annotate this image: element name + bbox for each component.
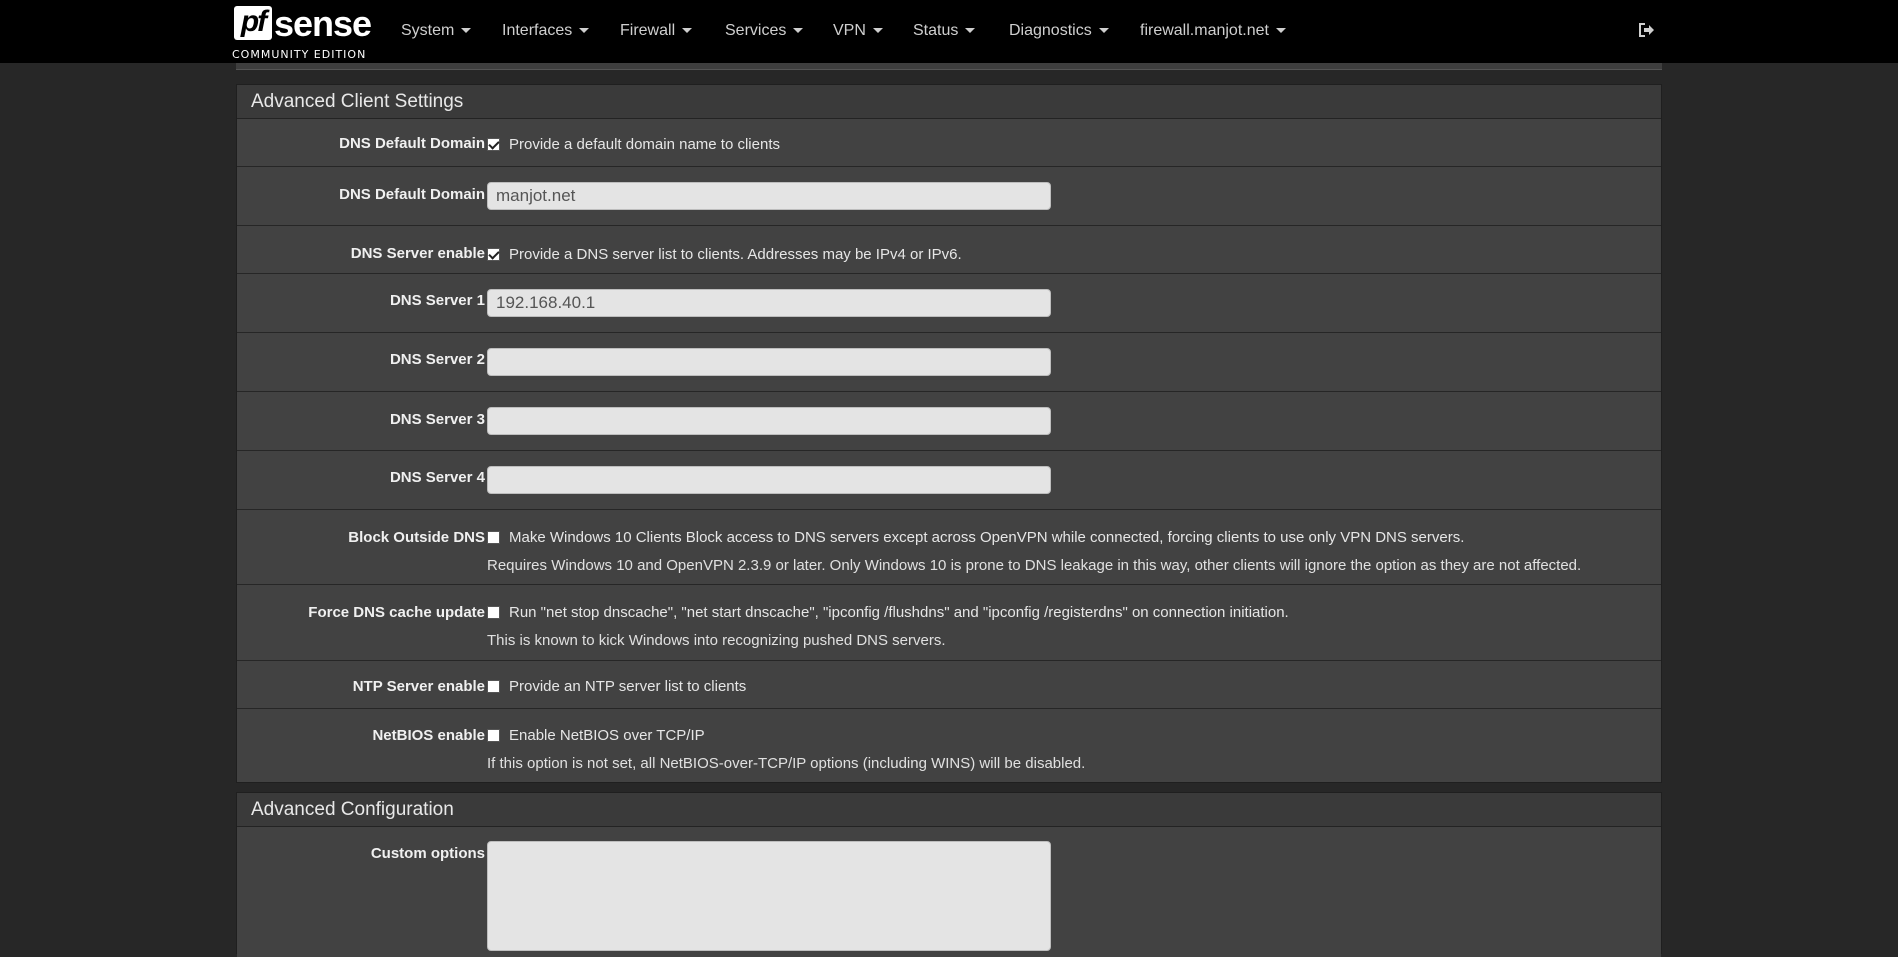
field-label: Block Outside DNS <box>348 529 485 546</box>
field-label: DNS Server 4 <box>389 469 485 486</box>
help-text: Requires Windows 10 and OpenVPN 2.3.9 or… <box>487 557 1582 574</box>
nav-label: Diagnostics <box>1009 22 1092 39</box>
checkbox-text: Run "net stop dnscache", "net start dnsc… <box>509 604 1289 621</box>
nav-label: Status <box>913 22 959 39</box>
panel-heading: Advanced Client Settings <box>237 85 1661 119</box>
row-netbios-enable: NetBIOS enable Enable NetBIOS over TCP/I… <box>237 709 1661 782</box>
checkbox-text: Enable NetBIOS over TCP/IP <box>509 727 705 744</box>
field-label: DNS Server enable <box>350 245 485 262</box>
ntp-server-checkbox-line[interactable]: Provide an NTP server list to clients <box>487 678 1651 695</box>
nav-menu-services[interactable]: Services <box>725 22 804 40</box>
field-label: DNS Server 1 <box>389 292 485 309</box>
row-dns-server-3: DNS Server 3 <box>237 392 1661 451</box>
nav-menu-status[interactable]: Status <box>913 22 976 40</box>
block-outside-dns-checkbox[interactable] <box>487 531 500 544</box>
nav-menu-vpn[interactable]: VPN <box>833 22 883 40</box>
nav-menu-firewall[interactable]: Firewall <box>620 22 693 40</box>
dns-default-domain-checkbox[interactable] <box>487 138 500 151</box>
caret-down-icon <box>1275 28 1286 34</box>
field-label: DNS Server 3 <box>389 411 485 428</box>
checkbox-text: Provide an NTP server list to clients <box>509 678 747 695</box>
checkbox-text: Make Windows 10 Clients Block access to … <box>509 529 1465 546</box>
row-dns-default-domain: DNS Default Domain manjot.net <box>237 167 1661 226</box>
logo-pf-mark: pf <box>234 6 272 40</box>
block-outside-dns-checkbox-line[interactable]: Make Windows 10 Clients Block access to … <box>487 529 1651 546</box>
field-label: Custom options <box>370 845 485 862</box>
dns-default-domain-input[interactable]: manjot.net <box>487 182 1051 210</box>
help-text: This is known to kick Windows into recog… <box>487 632 946 649</box>
caret-down-icon <box>872 28 883 34</box>
caret-down-icon <box>682 28 693 34</box>
caret-down-icon <box>579 28 590 34</box>
dns-server-3-input[interactable] <box>487 407 1051 435</box>
dns-default-domain-checkbox-line[interactable]: Provide a default domain name to clients <box>487 136 1651 153</box>
field-label: DNS Default Domain <box>339 186 485 203</box>
row-dns-server-1: DNS Server 1 192.168.40.1 <box>237 274 1661 333</box>
field-label: DNS Default Domain <box>339 135 485 152</box>
netbios-checkbox-line[interactable]: Enable NetBIOS over TCP/IP <box>487 727 1651 744</box>
dns-server-2-input[interactable] <box>487 348 1051 376</box>
netbios-checkbox[interactable] <box>487 729 500 742</box>
field-label: DNS Server 2 <box>389 351 485 368</box>
field-label: Force DNS cache update <box>308 604 485 621</box>
panel-heading: Advanced Configuration <box>237 793 1661 827</box>
nav-label: Services <box>725 22 787 39</box>
dns-server-enable-checkbox[interactable] <box>487 248 500 261</box>
row-dns-default-domain-enable: DNS Default Domain Provide a default dom… <box>237 119 1661 167</box>
nav-label: Interfaces <box>502 22 573 39</box>
caret-down-icon <box>1098 28 1109 34</box>
sign-out-icon[interactable] <box>1638 22 1656 38</box>
field-label: NTP Server enable <box>352 678 485 695</box>
nav-label: VPN <box>833 22 866 39</box>
pfsense-logo[interactable]: pf sense COMMUNITY EDITION <box>232 3 372 61</box>
force-dns-cache-checkbox-line[interactable]: Run "net stop dnscache", "net start dnsc… <box>487 604 1651 621</box>
force-dns-cache-checkbox[interactable] <box>487 606 500 619</box>
dns-server-4-input[interactable] <box>487 466 1051 494</box>
dns-server-enable-checkbox-line[interactable]: Provide a DNS server list to clients. Ad… <box>487 246 1651 263</box>
checkbox-text: Provide a DNS server list to clients. Ad… <box>509 246 962 263</box>
ntp-server-checkbox[interactable] <box>487 680 500 693</box>
nav-menu-interfaces[interactable]: Interfaces <box>502 22 590 40</box>
advanced-client-settings-panel: Advanced Client Settings DNS Default Dom… <box>236 84 1662 783</box>
top-navbar: pf sense COMMUNITY EDITION System Interf… <box>0 0 1898 63</box>
nav-menu-diagnostics[interactable]: Diagnostics <box>1009 22 1109 40</box>
panel-top-edge <box>236 63 1662 70</box>
caret-down-icon <box>793 28 804 34</box>
nav-menu-system[interactable]: System <box>401 22 472 40</box>
row-dns-server-4: DNS Server 4 <box>237 451 1661 510</box>
nav-menu-hostname[interactable]: firewall.manjot.net <box>1140 22 1286 40</box>
help-text: If this option is not set, all NetBIOS-o… <box>487 755 1086 772</box>
row-force-dns-cache-update: Force DNS cache update Run "net stop dns… <box>237 585 1661 661</box>
caret-down-icon <box>461 28 472 34</box>
row-ntp-server-enable: NTP Server enable Provide an NTP server … <box>237 661 1661 709</box>
row-dns-server-enable: DNS Server enable Provide a DNS server l… <box>237 226 1661 274</box>
nav-label: System <box>401 22 455 39</box>
row-block-outside-dns: Block Outside DNS Make Windows 10 Client… <box>237 510 1661 585</box>
checkbox-text: Provide a default domain name to clients <box>509 136 780 153</box>
row-dns-server-2: DNS Server 2 <box>237 333 1661 392</box>
advanced-configuration-panel: Advanced Configuration Custom options <box>236 792 1662 957</box>
dns-server-1-input[interactable]: 192.168.40.1 <box>487 289 1051 317</box>
custom-options-textarea[interactable] <box>487 841 1051 951</box>
nav-label: Firewall <box>620 22 676 39</box>
field-label: NetBIOS enable <box>372 727 485 744</box>
row-custom-options: Custom options <box>237 827 1661 957</box>
logo-edition-text: COMMUNITY EDITION <box>232 48 367 61</box>
logo-sense-text: sense <box>274 3 372 44</box>
caret-down-icon <box>965 28 976 34</box>
nav-label: firewall.manjot.net <box>1140 22 1269 39</box>
